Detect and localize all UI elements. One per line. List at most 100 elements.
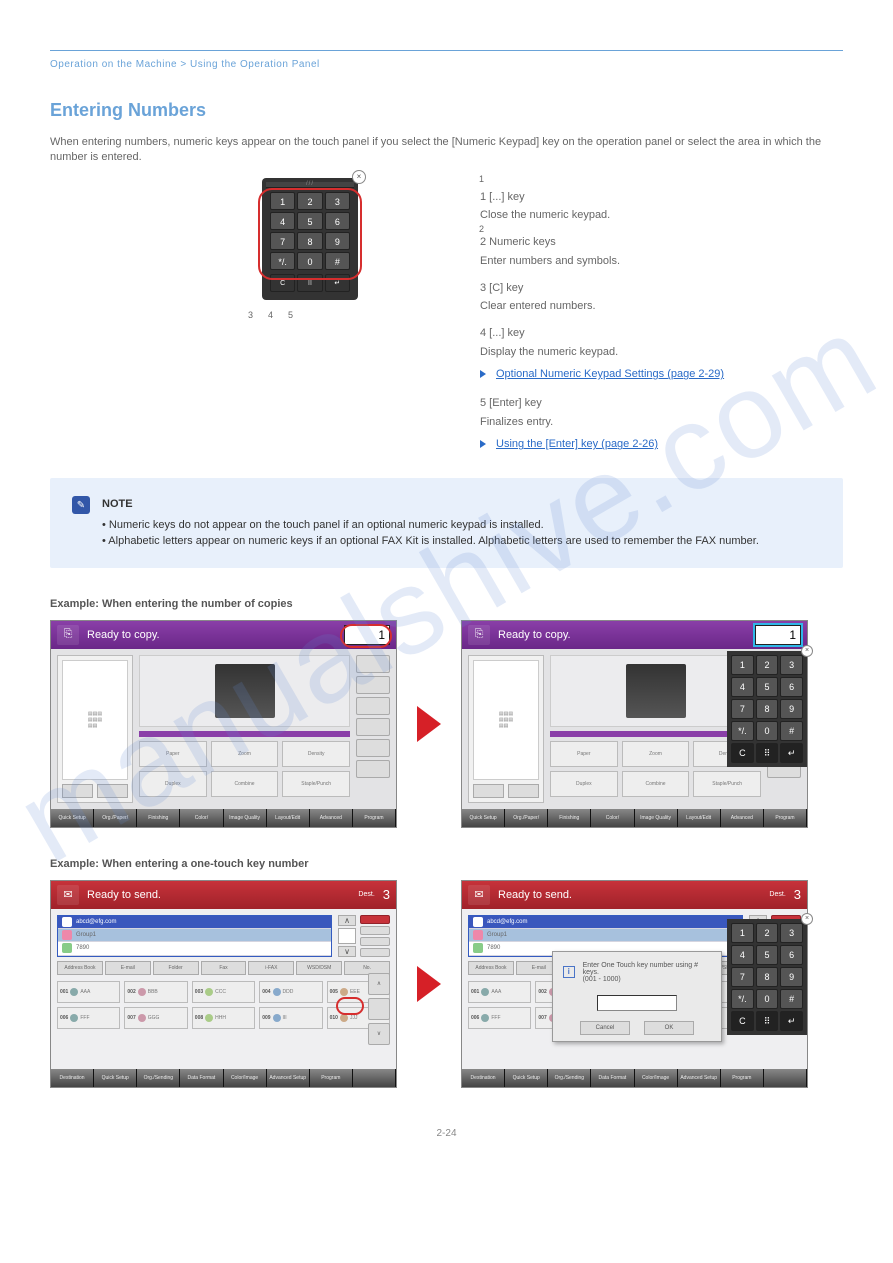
mk-5[interactable]: 5 bbox=[756, 945, 779, 965]
tab-8[interactable]: Program bbox=[764, 809, 807, 827]
shortcut-5[interactable]: Combine bbox=[622, 771, 690, 797]
scroll-up[interactable]: ∧ bbox=[338, 915, 356, 926]
direct-btn[interactable] bbox=[360, 926, 390, 935]
preview-btn-2[interactable] bbox=[97, 784, 128, 798]
mk-star[interactable]: */. bbox=[731, 721, 754, 741]
mk-6[interactable]: 6 bbox=[780, 945, 803, 965]
ot-1[interactable]: 001AAA bbox=[468, 981, 531, 1003]
addr-tab-1[interactable]: Address Book bbox=[57, 961, 103, 975]
mk-2[interactable]: 2 bbox=[756, 655, 779, 675]
side-btn-6[interactable] bbox=[356, 760, 390, 778]
tab-5[interactable]: Image Quality bbox=[224, 809, 267, 827]
shortcut-1[interactable]: Paper bbox=[550, 741, 618, 767]
mk-2[interactable]: 2 bbox=[756, 923, 779, 943]
tab-6[interactable]: Layout/Edit bbox=[678, 809, 721, 827]
side-btn-4[interactable] bbox=[356, 718, 390, 736]
scroll-down[interactable]: ∨ bbox=[338, 946, 356, 957]
tab-2[interactable]: Org./Paper/ bbox=[94, 809, 137, 827]
keypad-close-icon[interactable]: × bbox=[801, 645, 813, 657]
shortcut-6[interactable]: Staple/Punch bbox=[282, 771, 350, 797]
keypad-close-icon[interactable]: × bbox=[801, 913, 813, 925]
tab-6[interactable]: Layout/Edit bbox=[267, 809, 310, 827]
stab-6[interactable]: Advanced Setup bbox=[678, 1069, 721, 1087]
ot-9[interactable]: 009III bbox=[259, 1007, 322, 1029]
copy-count-box-active[interactable]: 1 bbox=[755, 625, 801, 645]
stab-4[interactable]: Data Format bbox=[180, 1069, 223, 1087]
stab-2[interactable]: Quick Setup bbox=[505, 1069, 548, 1087]
numeric-keypad-overlay[interactable]: × 123 456 789 */.0# C⠿↵ bbox=[727, 919, 807, 1035]
tab-3[interactable]: Finishing bbox=[548, 809, 591, 827]
chain-btn[interactable] bbox=[360, 937, 390, 946]
mk-grid[interactable]: ⠿ bbox=[756, 1011, 779, 1031]
mk-grid[interactable]: ⠿ bbox=[756, 743, 779, 763]
ot-8[interactable]: 008HHH bbox=[192, 1007, 255, 1029]
stab-3[interactable]: Org./Sending bbox=[137, 1069, 180, 1087]
shortcut-1[interactable]: Paper bbox=[139, 741, 207, 767]
addr-tab-3[interactable]: Folder bbox=[153, 961, 199, 975]
stab-7[interactable]: Program bbox=[310, 1069, 353, 1087]
stab-2[interactable]: Quick Setup bbox=[94, 1069, 137, 1087]
ot-1[interactable]: 001AAA bbox=[57, 981, 120, 1003]
tab-2[interactable]: Org./Paper/ bbox=[505, 809, 548, 827]
mk-5[interactable]: 5 bbox=[756, 677, 779, 697]
shortcut-6[interactable]: Staple/Punch bbox=[693, 771, 761, 797]
mk-enter[interactable]: ↵ bbox=[780, 743, 803, 763]
tab-7[interactable]: Advanced bbox=[310, 809, 353, 827]
dlg-ok[interactable]: OK bbox=[644, 1021, 694, 1035]
mk-7[interactable]: 7 bbox=[731, 699, 754, 719]
ot-6[interactable]: 006FFF bbox=[468, 1007, 531, 1029]
ot-2[interactable]: 002BBB bbox=[124, 981, 187, 1003]
stab-5[interactable]: Color/Image bbox=[224, 1069, 267, 1087]
stab-7[interactable]: Program bbox=[721, 1069, 764, 1087]
stab-5[interactable]: Color/Image bbox=[635, 1069, 678, 1087]
preview-btn-1[interactable] bbox=[62, 784, 93, 798]
page-down[interactable]: ∨ bbox=[368, 1023, 390, 1045]
shortcut-2[interactable]: Zoom bbox=[622, 741, 690, 767]
ot-7[interactable]: 007GGG bbox=[124, 1007, 187, 1029]
tab-4[interactable]: Color/ bbox=[180, 809, 223, 827]
mk-8[interactable]: 8 bbox=[756, 967, 779, 987]
side-btn-5[interactable] bbox=[356, 739, 390, 757]
stab-8[interactable] bbox=[353, 1069, 396, 1087]
onhook-btn[interactable] bbox=[360, 915, 390, 924]
mk-6[interactable]: 6 bbox=[780, 677, 803, 697]
mk-enter[interactable]: ↵ bbox=[780, 1011, 803, 1031]
dest-row-1[interactable]: abcd@efg.com bbox=[76, 919, 116, 925]
shortcut-2[interactable]: Zoom bbox=[211, 741, 279, 767]
side-btn-1[interactable] bbox=[356, 655, 390, 673]
addr-tab-4[interactable]: Fax bbox=[201, 961, 247, 975]
preview-btn-2[interactable] bbox=[508, 784, 539, 798]
shortcut-5[interactable]: Combine bbox=[211, 771, 279, 797]
stab-4[interactable]: Data Format bbox=[591, 1069, 634, 1087]
mk-0[interactable]: 0 bbox=[756, 989, 779, 1009]
copy-count-box[interactable]: 1 bbox=[344, 625, 390, 645]
mk-8[interactable]: 8 bbox=[756, 699, 779, 719]
mk-0[interactable]: 0 bbox=[756, 721, 779, 741]
dlg-cancel[interactable]: Cancel bbox=[580, 1021, 630, 1035]
ot-6[interactable]: 006FFF bbox=[57, 1007, 120, 1029]
mk-4[interactable]: 4 bbox=[731, 945, 754, 965]
mk-hash[interactable]: # bbox=[780, 989, 803, 1009]
detail-btn[interactable] bbox=[360, 948, 390, 957]
addr-tab-5[interactable]: i-FAX bbox=[248, 961, 294, 975]
legend-5-link[interactable]: Using the [Enter] key (page 2-26) bbox=[496, 438, 658, 450]
mk-7[interactable]: 7 bbox=[731, 967, 754, 987]
tab-8[interactable]: Program bbox=[353, 809, 396, 827]
mk-c[interactable]: C bbox=[731, 1011, 754, 1031]
mk-9[interactable]: 9 bbox=[780, 699, 803, 719]
dlg-input[interactable] bbox=[597, 995, 677, 1011]
stab-8[interactable] bbox=[764, 1069, 807, 1087]
preview-btn-1[interactable] bbox=[473, 784, 504, 798]
dest-row-3[interactable]: 7890 bbox=[76, 945, 89, 951]
numeric-keypad-overlay[interactable]: × 123 456 789 */.0# C⠿↵ bbox=[727, 651, 807, 767]
mk-c[interactable]: C bbox=[731, 743, 754, 763]
shortcut-3[interactable]: Density bbox=[282, 741, 350, 767]
addr-tab-2[interactable]: E-mail bbox=[105, 961, 151, 975]
side-btn-3[interactable] bbox=[356, 697, 390, 715]
tab-3[interactable]: Finishing bbox=[137, 809, 180, 827]
dest-row-3[interactable]: 7890 bbox=[487, 945, 500, 951]
tab-1[interactable]: Quick Setup bbox=[462, 809, 505, 827]
page-up[interactable]: ∧ bbox=[368, 973, 390, 995]
legend-4-link[interactable]: Optional Numeric Keypad Settings (page 2… bbox=[496, 368, 724, 380]
ot-3[interactable]: 003CCC bbox=[192, 981, 255, 1003]
